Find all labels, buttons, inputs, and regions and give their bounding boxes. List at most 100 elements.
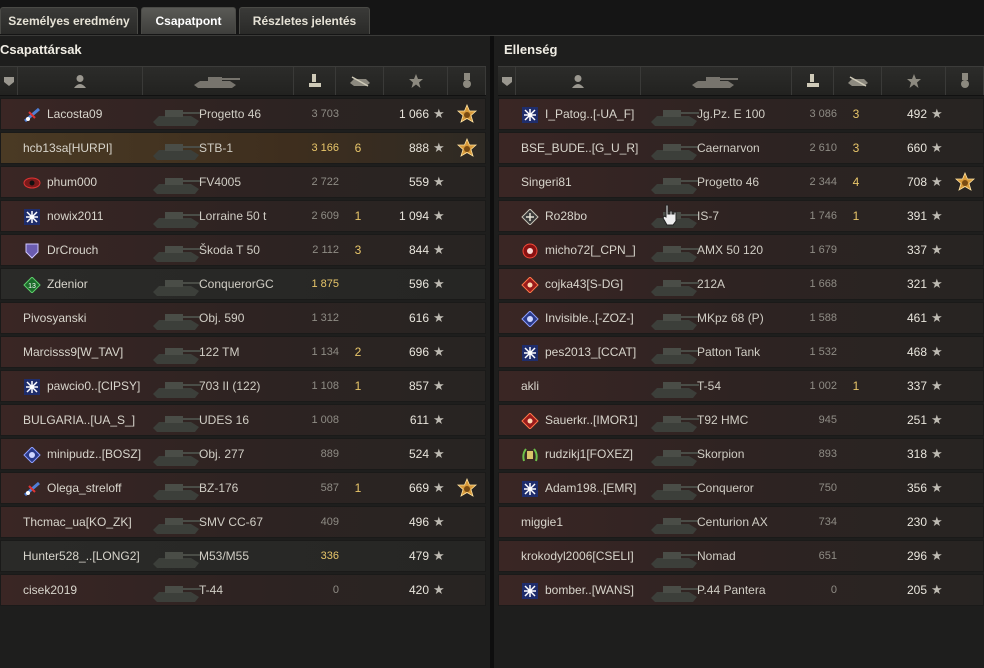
- ally-row[interactable]: phum000 FV4005 2 722 559 ★: [0, 166, 486, 198]
- ally-row[interactable]: Pivosyanski Obj. 590 1 312 616 ★: [0, 302, 486, 334]
- xp-star-icon: ★: [433, 140, 445, 155]
- tank-name: Nomad: [697, 549, 736, 563]
- diamond-13-icon: 13: [23, 276, 41, 294]
- tank-icon: [649, 272, 701, 298]
- player-name: Singeri81: [521, 175, 572, 189]
- enemy-row[interactable]: cojka43[S-DG] 212A 1 668 321 ★: [498, 268, 984, 300]
- ally-row[interactable]: minipudz..[BOSZ] Obj. 277 889 524 ★: [0, 438, 486, 470]
- ally-row[interactable]: Olega_streloff BZ-176 587 1 669 ★: [0, 472, 486, 504]
- damage-value: 750: [818, 482, 837, 494]
- medal-icon[interactable]: [456, 137, 478, 160]
- damage-value: 587: [320, 482, 339, 494]
- tank-icon: [649, 408, 701, 434]
- ally-row[interactable]: DrCrouch Škoda T 50 2 112 3 844 ★: [0, 234, 486, 266]
- xp-value: 492: [906, 107, 927, 121]
- kills-value: [345, 167, 371, 197]
- sort-tank-icon[interactable]: [143, 67, 294, 95]
- sort-player-icon[interactable]: [18, 67, 143, 95]
- ally-row[interactable]: 13 Zdenior ConquerorGC 1 875 596 ★: [0, 268, 486, 300]
- damage-value: 2 344: [809, 176, 837, 188]
- damage-value: 1 002: [809, 380, 837, 392]
- xp-value: 611: [409, 413, 429, 427]
- xp-star-icon: ★: [433, 106, 445, 121]
- sort-squad-icon[interactable]: [0, 67, 18, 95]
- sort-player-icon[interactable]: [516, 67, 641, 95]
- tank-name: IS-7: [697, 209, 720, 223]
- enemy-row[interactable]: Singeri81 Progetto 46 2 344 4 708 ★: [498, 166, 984, 198]
- tank-name: Obj. 590: [199, 311, 245, 325]
- sort-medal-icon[interactable]: [448, 67, 486, 95]
- xp-star-icon: ★: [931, 106, 943, 121]
- tank-icon: [151, 102, 203, 128]
- ally-row[interactable]: BULGARIA..[UA_S_] UDES 16 1 008 611 ★: [0, 404, 486, 436]
- tank-icon: [649, 578, 701, 604]
- xp-value: 888: [408, 141, 429, 155]
- player-name: BSE_BUDE..[G_U_R]: [521, 141, 639, 155]
- xp-star-icon: ★: [931, 412, 943, 427]
- damage-value: 893: [818, 448, 837, 460]
- ally-row[interactable]: Thcmac_ua[KO_ZK] SMV CC-67 409 496 ★: [0, 506, 486, 538]
- xp-star-icon: ★: [433, 514, 445, 529]
- ally-row[interactable]: Marcisss9[W_TAV] 122 TM 1 134 2 696 ★: [0, 336, 486, 368]
- ally-row[interactable]: pawcio0..[CIPSY] 703 II (122) 1 108 1 857 ★: [0, 370, 486, 402]
- enemy-row[interactable]: miggie1 Centurion AX 734 230 ★: [498, 506, 984, 538]
- tank-name: Conqueror: [697, 481, 754, 495]
- xp-value: 296: [906, 549, 927, 563]
- allies-panel: Csapattársak Lacosta09 Progetto 46 3 703 1 …: [0, 36, 490, 668]
- enemy-row[interactable]: rudzikj1[FOXEZ] Skorpion 893 318 ★: [498, 438, 984, 470]
- sort-tank-icon[interactable]: [641, 67, 792, 95]
- tab-team-score[interactable]: Csapatpont: [141, 7, 236, 34]
- enemy-row[interactable]: I_Patog..[-UA_F] Jg.Pz. E 100 3 086 3 492 ★: [498, 98, 984, 130]
- tank-icon: [151, 340, 203, 366]
- kills-value: [843, 303, 869, 333]
- tank-name: T-44: [199, 583, 224, 597]
- xp-value: 1 066: [398, 107, 429, 121]
- medal-icon[interactable]: [456, 477, 478, 500]
- sort-damage-icon[interactable]: [792, 67, 834, 95]
- sort-xp-icon[interactable]: [882, 67, 946, 95]
- enemy-row[interactable]: BSE_BUDE..[G_U_R] Caernarvon 2 610 3 660 ★: [498, 132, 984, 164]
- enemy-row[interactable]: krokodyl2006[CSELI] Nomad 651 296 ★: [498, 540, 984, 572]
- ally-row[interactable]: Lacosta09 Progetto 46 3 703 1 066 ★: [0, 98, 486, 130]
- sort-kills-icon[interactable]: [336, 67, 384, 95]
- badge-icon: [521, 310, 539, 328]
- tank-name: AMX 50 120: [697, 243, 764, 257]
- xp-value: 205: [906, 583, 927, 597]
- enemy-row[interactable]: Adam198..[EMR] Conqueror 750 356 ★: [498, 472, 984, 504]
- tank-name: UDES 16: [199, 413, 250, 427]
- xp-star-icon: ★: [433, 446, 445, 461]
- xp-star-icon: ★: [433, 582, 445, 597]
- enemy-row[interactable]: Invisible..[-ZOZ-] MKpz 68 (P) 1 588 461 ★: [498, 302, 984, 334]
- tab-detailed-report[interactable]: Részletes jelentés: [239, 7, 370, 34]
- allies-rows: Lacosta09 Progetto 46 3 703 1 066 ★ hcb13sa[H…: [0, 98, 486, 608]
- ally-row[interactable]: cisek2019 T-44 0 420 ★: [0, 574, 486, 606]
- damage-value: 0: [830, 584, 837, 596]
- damage-value: 3 166: [311, 142, 339, 154]
- damage-value: 1 532: [809, 346, 837, 358]
- sort-medal-icon[interactable]: [946, 67, 984, 95]
- enemy-row[interactable]: micho72[_CPN_] AMX 50 120 1 679 337 ★: [498, 234, 984, 266]
- sort-squad-icon[interactable]: [498, 67, 516, 95]
- ally-row[interactable]: nowix2011 Lorraine 50 t 2 609 1 1 094 ★: [0, 200, 486, 232]
- xp-value: 696: [408, 345, 429, 359]
- sort-kills-icon[interactable]: [834, 67, 882, 95]
- enemy-row[interactable]: Ro28bo IS-7 1 746 1 391 ★: [498, 200, 984, 232]
- ally-row[interactable]: Hunter528_..[LONG2] M53/M55 336 479 ★: [0, 540, 486, 572]
- xp-star-icon: ★: [931, 480, 943, 495]
- sort-damage-icon[interactable]: [294, 67, 336, 95]
- enemy-row[interactable]: pes2013_[CCAT] Patton Tank 1 532 468 ★: [498, 336, 984, 368]
- xp-value: 337: [906, 243, 927, 257]
- kills-value: [843, 235, 869, 265]
- damage-value: 2 609: [311, 210, 339, 222]
- enemy-row[interactable]: akli T-54 1 002 1 337 ★: [498, 370, 984, 402]
- enemy-row[interactable]: bomber..[WANS] P.44 Pantera 0 205 ★: [498, 574, 984, 606]
- tank-name: T92 HMC: [697, 413, 749, 427]
- tab-personal-result[interactable]: Személyes eredmény: [0, 7, 138, 34]
- ally-row[interactable]: hcb13sa[HURPI] STB-1 3 166 6 888 ★: [0, 132, 486, 164]
- medal-icon[interactable]: [954, 171, 976, 194]
- kills-value: [345, 507, 371, 537]
- medal-icon[interactable]: [456, 103, 478, 126]
- enemy-row[interactable]: Sauerkr..[IMOR1] T92 HMC 945 251 ★: [498, 404, 984, 436]
- tank-name: Progetto 46: [199, 107, 262, 121]
- sort-xp-icon[interactable]: [384, 67, 448, 95]
